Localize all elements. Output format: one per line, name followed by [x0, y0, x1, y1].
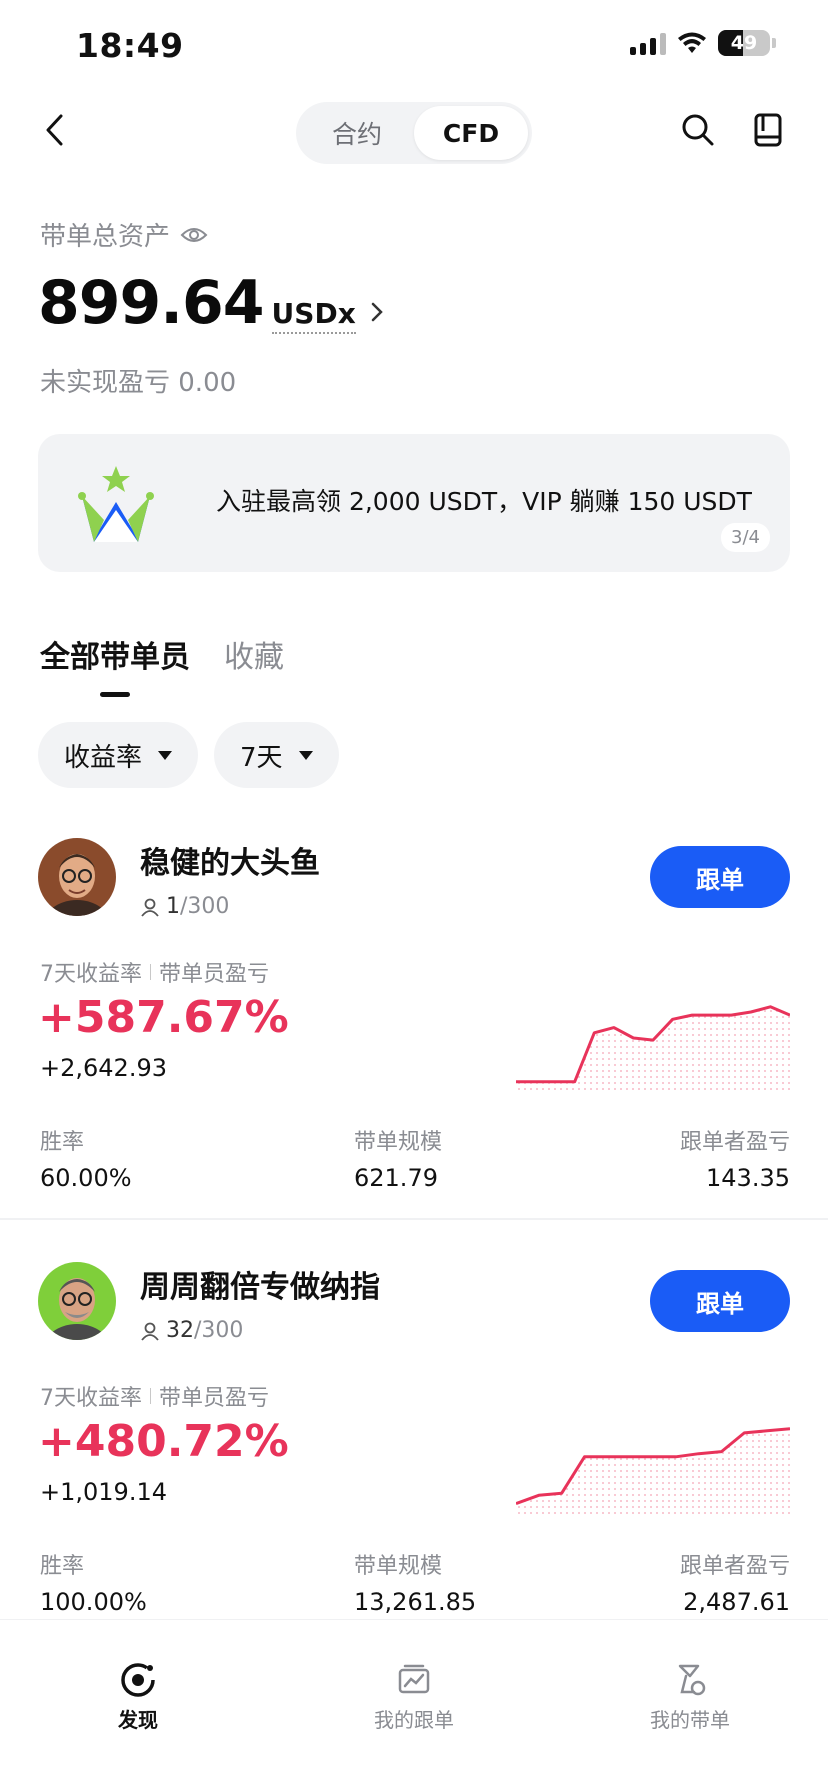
nav-label: 我的跟单: [374, 1708, 454, 1732]
roi-value: +480.72%: [38, 1416, 289, 1467]
search-icon[interactable]: [678, 110, 718, 150]
sort-label: 收益率: [64, 742, 143, 773]
stat-value: 13,261.85: [354, 1588, 477, 1616]
follower-current: 32: [166, 1318, 194, 1343]
assets-unit: USDx: [271, 297, 356, 334]
roi-sparkline: [516, 1427, 790, 1514]
status-icons: 49: [630, 30, 776, 56]
nav-my-lead[interactable]: 我的带单: [552, 1620, 828, 1792]
status-time: 18:49: [76, 26, 184, 65]
trader-pnl-value: +2,642.93: [40, 1054, 167, 1082]
nav-my-copy[interactable]: 我的跟单: [276, 1620, 552, 1792]
eye-icon[interactable]: [180, 225, 208, 245]
metric-labels: 7天收益率 带单员盈亏: [40, 956, 269, 988]
divider: [150, 1388, 151, 1404]
trader-pnl-label: 带单员盈亏: [159, 962, 270, 987]
wifi-icon: [678, 32, 706, 53]
tab-cfd[interactable]: CFD: [414, 106, 528, 160]
banner-page-indicator: 3/4: [721, 523, 770, 552]
total-assets-text: 带单总资产: [40, 222, 171, 252]
crown-icon: [78, 466, 154, 542]
trader-pnl-value: +1,019.14: [40, 1478, 167, 1506]
nav-label: 发现: [118, 1708, 158, 1732]
period-label: 7天: [240, 742, 283, 773]
trader-tabs: 全部带单员 收藏: [40, 632, 284, 676]
product-switcher: 合约 CFD: [296, 102, 532, 164]
follower-count: 1/300: [140, 894, 229, 919]
promo-banner[interactable]: 入驻最高领 2,000 USDT，VIP 躺赚 150 USDT 3/4: [38, 434, 790, 572]
back-icon[interactable]: [34, 110, 74, 150]
stat-label: 胜率: [40, 1130, 85, 1155]
stat-value: 143.35: [706, 1164, 790, 1192]
trader-card[interactable]: 周周翻倍专做纳指 32/300 跟单 7天收益率 带单员盈亏 +480.72% …: [0, 1262, 828, 1682]
battery-level: 49: [730, 32, 758, 54]
stat-label: 跟单者盈亏: [679, 1130, 790, 1155]
follower-max: /300: [194, 1318, 244, 1343]
chevron-right-icon: [371, 302, 383, 322]
stat-value: 60.00%: [40, 1164, 132, 1192]
tab-underline: [100, 692, 130, 697]
unrealized-pnl: 未实现盈亏 0.00: [40, 368, 237, 398]
total-assets-row[interactable]: 899.64 USDx: [38, 268, 384, 338]
battery-tip: [772, 38, 776, 48]
tab-all-traders[interactable]: 全部带单员: [40, 632, 190, 676]
follow-button[interactable]: 跟单: [650, 1270, 790, 1332]
sparkline-area: [516, 1006, 790, 1090]
nav-discover[interactable]: 发现: [0, 1620, 276, 1792]
trader-name: 周周翻倍专做纳指: [140, 1270, 380, 1305]
user-icon: [141, 1322, 159, 1341]
lead-trade-icon: [678, 1664, 706, 1696]
avatar[interactable]: [38, 1262, 116, 1340]
metric-labels: 7天收益率 带单员盈亏: [40, 1380, 269, 1412]
stat-aum: 带单规模 621.79: [354, 1124, 442, 1192]
stat-value: 621.79: [354, 1164, 438, 1192]
stat-label: 带单规模: [354, 1554, 443, 1579]
sort-by-roi-dropdown[interactable]: 收益率: [38, 722, 199, 788]
nav-label: 我的带单: [650, 1708, 730, 1732]
follower-count: 32/300: [140, 1318, 243, 1343]
trader-pnl-label: 带单员盈亏: [159, 1386, 270, 1411]
sparkline-area: [516, 1428, 790, 1514]
caret-down-icon: [158, 750, 173, 760]
trader-card[interactable]: 稳健的大头鱼 1/300 跟单 7天收益率 带单员盈亏 +587.67% +2,…: [0, 838, 828, 1258]
user-icon: [141, 898, 159, 917]
stat-follower-pnl: 跟单者盈亏 2,487.61: [680, 1548, 790, 1616]
stat-follower-pnl: 跟单者盈亏 143.35: [680, 1124, 790, 1192]
filters: 收益率 7天: [38, 722, 339, 788]
stat-value: 2,487.61: [683, 1588, 790, 1616]
stat-aum: 带单规模 13,261.85: [354, 1548, 476, 1616]
follow-button[interactable]: 跟单: [650, 846, 790, 908]
discover-icon: [121, 1663, 155, 1697]
banner-text: 入驻最高领 2,000 USDT，VIP 躺赚 150 USDT: [216, 487, 752, 516]
roi-label: 7天收益率: [40, 962, 142, 987]
copy-chart-icon: [398, 1664, 430, 1694]
stat-win-rate: 胜率 60.00%: [40, 1124, 132, 1192]
stat-label: 带单规模: [354, 1130, 443, 1155]
guide-book-icon[interactable]: [748, 110, 788, 150]
stat-label: 跟单者盈亏: [679, 1554, 790, 1579]
stat-value: 100.00%: [40, 1588, 147, 1616]
divider: [150, 964, 151, 980]
avatar[interactable]: [38, 838, 116, 916]
total-assets-label: 带单总资产: [40, 216, 208, 253]
caret-down-icon: [298, 750, 313, 760]
roi-sparkline: [516, 1005, 790, 1090]
roi-label: 7天收益率: [40, 1386, 142, 1411]
cellular-signal-icon: [630, 31, 666, 55]
follower-current: 1: [166, 894, 180, 919]
bottom-nav: 发现 我的跟单 我的带单: [0, 1620, 828, 1792]
trader-name: 稳健的大头鱼: [140, 846, 320, 881]
follower-max: /300: [180, 894, 230, 919]
tab-favorites[interactable]: 收藏: [224, 632, 284, 676]
tab-contract[interactable]: 合约: [300, 106, 414, 160]
total-assets-value: 899.64: [38, 268, 265, 338]
card-divider: [0, 1218, 828, 1220]
stat-win-rate: 胜率 100.00%: [40, 1548, 147, 1616]
battery-icon: 49: [718, 30, 770, 56]
status-bar: 18:49 49: [0, 0, 828, 90]
stat-label: 胜率: [40, 1554, 85, 1579]
period-dropdown[interactable]: 7天: [214, 722, 339, 788]
roi-value: +587.67%: [38, 992, 289, 1043]
